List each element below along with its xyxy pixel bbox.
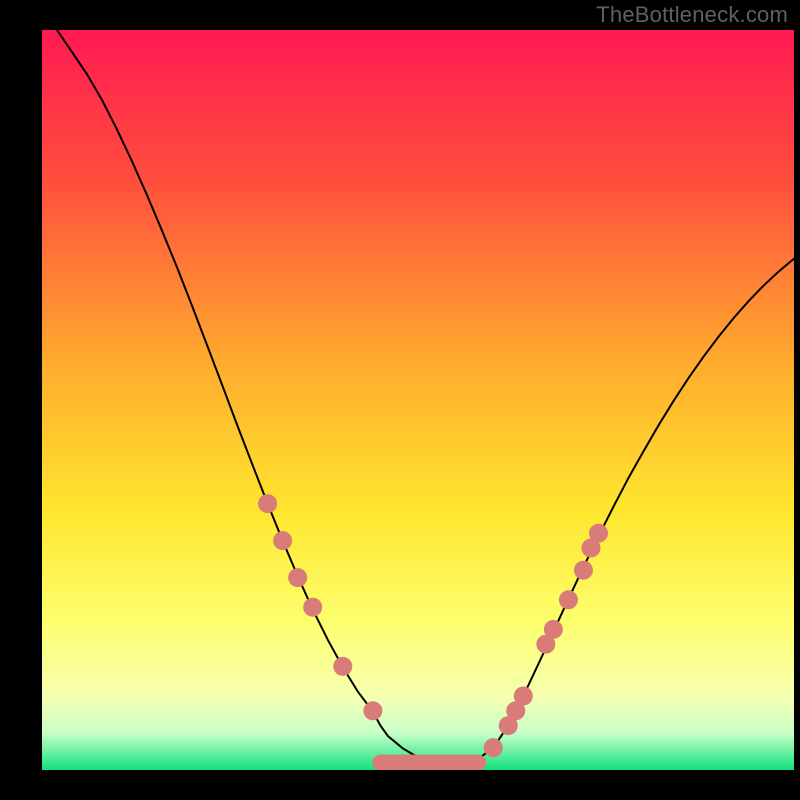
curve-overlay	[42, 30, 794, 770]
data-marker	[333, 657, 352, 676]
data-marker	[484, 738, 503, 757]
data-marker	[273, 531, 292, 550]
data-marker	[288, 568, 307, 587]
data-marker	[589, 524, 608, 543]
watermark-text: TheBottleneck.com	[596, 2, 788, 28]
data-marker	[363, 701, 382, 720]
bottleneck-curve	[57, 30, 794, 763]
chart-frame: TheBottleneck.com	[0, 0, 800, 800]
data-marker	[574, 561, 593, 580]
plot-area	[42, 30, 794, 770]
data-marker	[544, 620, 563, 639]
data-marker	[559, 590, 578, 609]
data-marker	[303, 598, 322, 617]
data-marker	[514, 687, 533, 706]
data-marker	[258, 494, 277, 513]
